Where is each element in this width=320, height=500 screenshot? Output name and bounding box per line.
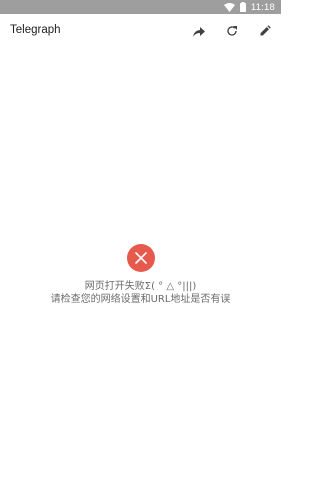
wifi-icon (223, 2, 235, 12)
share-button[interactable] (190, 22, 208, 40)
status-time: 11:18 (250, 1, 275, 13)
edit-button[interactable] (256, 22, 274, 40)
reload-button[interactable] (223, 22, 241, 40)
error-panel: 网页打开失败Σ( ° △ °|||) 请检查您的网络设置和URL地址是否有误 (0, 244, 281, 306)
reload-icon (226, 22, 238, 41)
status-bar: 11:18 (0, 0, 281, 14)
share-icon (193, 22, 205, 41)
app-bar: Telegraph (0, 14, 281, 48)
error-message-hint: 请检查您的网络设置和URL地址是否有误 (50, 294, 231, 305)
pencil-icon (259, 22, 271, 41)
error-badge (126, 244, 155, 272)
error-message-title: 网页打开失败Σ( ° △ °|||) (84, 281, 197, 292)
close-icon (134, 249, 147, 268)
app-title: Telegraph (10, 24, 61, 36)
battery-icon (239, 2, 246, 12)
